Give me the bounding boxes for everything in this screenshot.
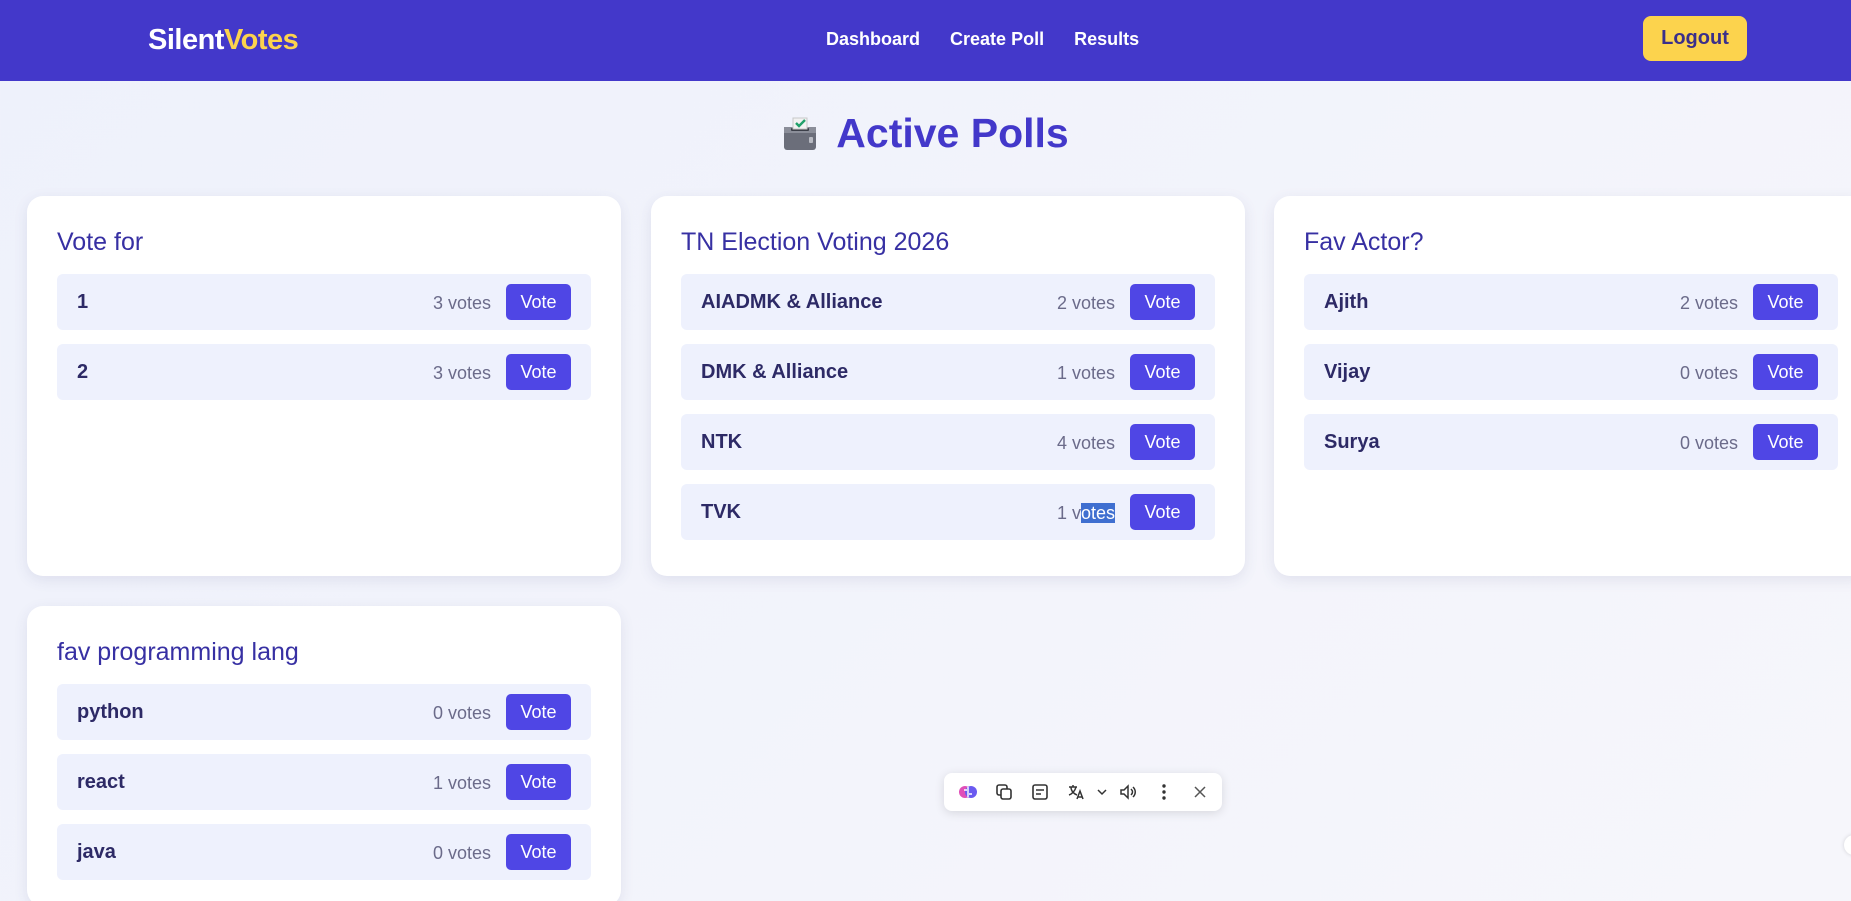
nav-links: Dashboard Create Poll Results (826, 29, 1139, 50)
poll-card: Fav Actor? Ajith 2 votes Vote Vijay 0 vo… (1274, 196, 1851, 576)
vote-button[interactable]: Vote (506, 834, 571, 870)
vote-button[interactable]: Vote (1753, 424, 1818, 460)
ballot-box-icon (782, 114, 818, 150)
poll-option: java 0 votes Vote (57, 824, 591, 880)
vote-button[interactable]: Vote (1130, 354, 1195, 390)
poll-title: TN Election Voting 2026 (681, 228, 950, 256)
vote-button[interactable]: Vote (506, 354, 571, 390)
poll-option: Surya 0 votes Vote (1304, 414, 1838, 470)
option-label: 1 (77, 291, 89, 313)
brand-part-1: Silent (148, 24, 224, 56)
vote-button[interactable]: Vote (506, 694, 571, 730)
close-icon[interactable] (1182, 777, 1218, 807)
more-icon[interactable] (1146, 777, 1182, 807)
poll-option: Ajith 2 votes Vote (1304, 274, 1838, 330)
vote-count: 3 votes (432, 363, 491, 383)
navbar: SilentVotes Dashboard Create Poll Result… (0, 0, 1851, 81)
vote-count: 0 votes (432, 843, 491, 863)
vote-count-selected: 1 votes (1057, 503, 1115, 524)
poll-option: react 1 votes Vote (57, 754, 591, 810)
vote-count: 2 votes (1056, 293, 1115, 313)
ai-assistant-icon[interactable] (950, 777, 986, 807)
vote-count: 3 votes (432, 293, 491, 313)
poll-option: TVK 1 votes Vote (681, 484, 1215, 540)
option-label: AIADMK & Alliance (701, 291, 883, 313)
vote-count: 0 votes (432, 703, 491, 723)
option-label: Vijay (1324, 361, 1371, 383)
edge-widget[interactable] (1844, 835, 1851, 855)
option-label: java (77, 841, 116, 863)
vote-button[interactable]: Vote (506, 764, 571, 800)
vote-button[interactable]: Vote (506, 284, 571, 320)
translate-icon[interactable] (1058, 777, 1094, 807)
brand-logo[interactable]: SilentVotes (148, 24, 299, 57)
vote-count: 2 votes (1679, 293, 1738, 313)
vote-button[interactable]: Vote (1130, 424, 1195, 460)
option-label: TVK (701, 501, 741, 523)
nav-link-create-poll[interactable]: Create Poll (950, 29, 1044, 50)
poll-card: Vote for 1 3 votes Vote 2 3 votes Vote (27, 196, 621, 576)
selection-toolbar (944, 773, 1222, 811)
poll-card: TN Election Voting 2026 AIADMK & Allianc… (651, 196, 1245, 576)
poll-option: 1 3 votes Vote (57, 274, 591, 330)
vote-count: 1 votes (1056, 363, 1115, 383)
option-label: python (77, 701, 144, 723)
vote-button[interactable]: Vote (1130, 494, 1195, 530)
poll-option: python 0 votes Vote (57, 684, 591, 740)
notes-icon[interactable] (1022, 777, 1058, 807)
nav-link-results[interactable]: Results (1074, 29, 1139, 50)
vote-count: 0 votes (1679, 363, 1738, 383)
option-label: Surya (1324, 431, 1380, 453)
vote-button[interactable]: Vote (1753, 354, 1818, 390)
vote-count: 1 votes (432, 773, 491, 793)
poll-option: NTK 4 votes Vote (681, 414, 1215, 470)
page-title: Active Polls (0, 110, 1851, 157)
speaker-icon[interactable] (1110, 777, 1146, 807)
poll-option: Vijay 0 votes Vote (1304, 344, 1838, 400)
chevron-down-icon[interactable] (1094, 777, 1110, 807)
vote-button[interactable]: Vote (1130, 284, 1195, 320)
poll-title: Fav Actor? (1304, 228, 1424, 256)
poll-option: AIADMK & Alliance 2 votes Vote (681, 274, 1215, 330)
vote-count-prefix: 1 v (1056, 503, 1081, 523)
brand-part-2: Votes (223, 24, 299, 56)
poll-title: fav programming lang (57, 638, 299, 666)
option-label: 2 (77, 361, 89, 383)
vote-button[interactable]: Vote (1753, 284, 1818, 320)
poll-title: Vote for (57, 228, 144, 256)
option-label: NTK (701, 431, 743, 453)
poll-card: fav programming lang python 0 votes Vote… (27, 606, 621, 901)
text-selection: otes (1080, 503, 1115, 523)
vote-count: 4 votes (1056, 433, 1115, 453)
option-label: Ajith (1324, 291, 1369, 313)
option-label: DMK & Alliance (701, 361, 849, 383)
vote-count: 0 votes (1679, 433, 1738, 453)
nav-link-dashboard[interactable]: Dashboard (826, 29, 920, 50)
page-title-text: Active Polls (836, 110, 1069, 156)
poll-option: DMK & Alliance 1 votes Vote (681, 344, 1215, 400)
copy-icon[interactable] (986, 777, 1022, 807)
option-label: react (77, 771, 125, 793)
logout-button[interactable]: Logout (1643, 16, 1747, 61)
poll-option: 2 3 votes Vote (57, 344, 591, 400)
